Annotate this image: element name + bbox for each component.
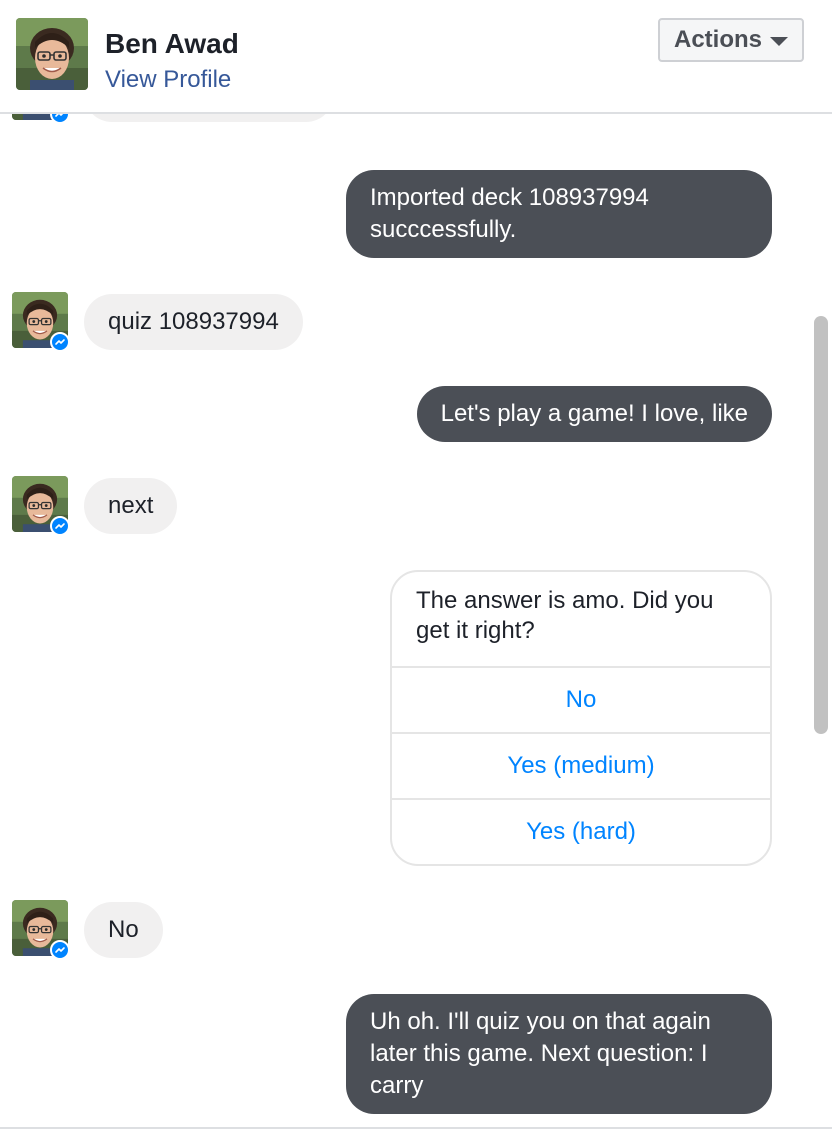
outgoing-message-bubble: Let's play a game! I love, like [416, 386, 772, 442]
contact-name: Ben Awad [105, 28, 239, 59]
quick-reply-yes-hard-button[interactable]: Yes (hard) [392, 800, 770, 864]
sender-avatar [12, 476, 70, 536]
outgoing-message-bubble: Imported deck 108937994 succcessfully. [346, 170, 772, 258]
messenger-icon [50, 516, 70, 536]
quick-reply-card: The answer is amo. Did you get it right?… [390, 570, 772, 866]
messenger-icon [50, 114, 70, 124]
sender-avatar [12, 900, 70, 960]
sender-avatar [12, 292, 70, 352]
actions-label: Actions [673, 26, 762, 53]
messenger-icon [50, 332, 70, 352]
incoming-message-bubble: No [84, 902, 163, 958]
composer-divider [0, 1127, 832, 1129]
sender-avatar [12, 114, 70, 124]
view-profile-link[interactable]: View Profile [105, 66, 231, 94]
incoming-message-bubble: next [84, 478, 178, 534]
chat-scrollbar[interactable] [814, 316, 828, 734]
messenger-icon [50, 940, 70, 960]
incoming-message-bubble: quiz 108937994 [84, 294, 303, 350]
card-question-text: The answer is amo. Did you get it right? [392, 572, 770, 668]
quick-reply-yes-medium-button[interactable]: Yes (medium) [392, 734, 770, 800]
incoming-message-bubble [84, 114, 334, 122]
outgoing-message-bubble: Uh oh. I'll quiz you on that again later… [346, 994, 772, 1114]
profile-avatar[interactable] [16, 18, 88, 90]
actions-dropdown-button[interactable]: Actions [658, 18, 804, 62]
message-list[interactable]: Imported deck 108937994 succcessfully. q… [0, 114, 832, 1128]
conversation-header: Ben Awad View Profile Actions [0, 0, 832, 114]
caret-down-icon [770, 36, 788, 46]
quick-reply-no-button[interactable]: No [392, 668, 770, 734]
